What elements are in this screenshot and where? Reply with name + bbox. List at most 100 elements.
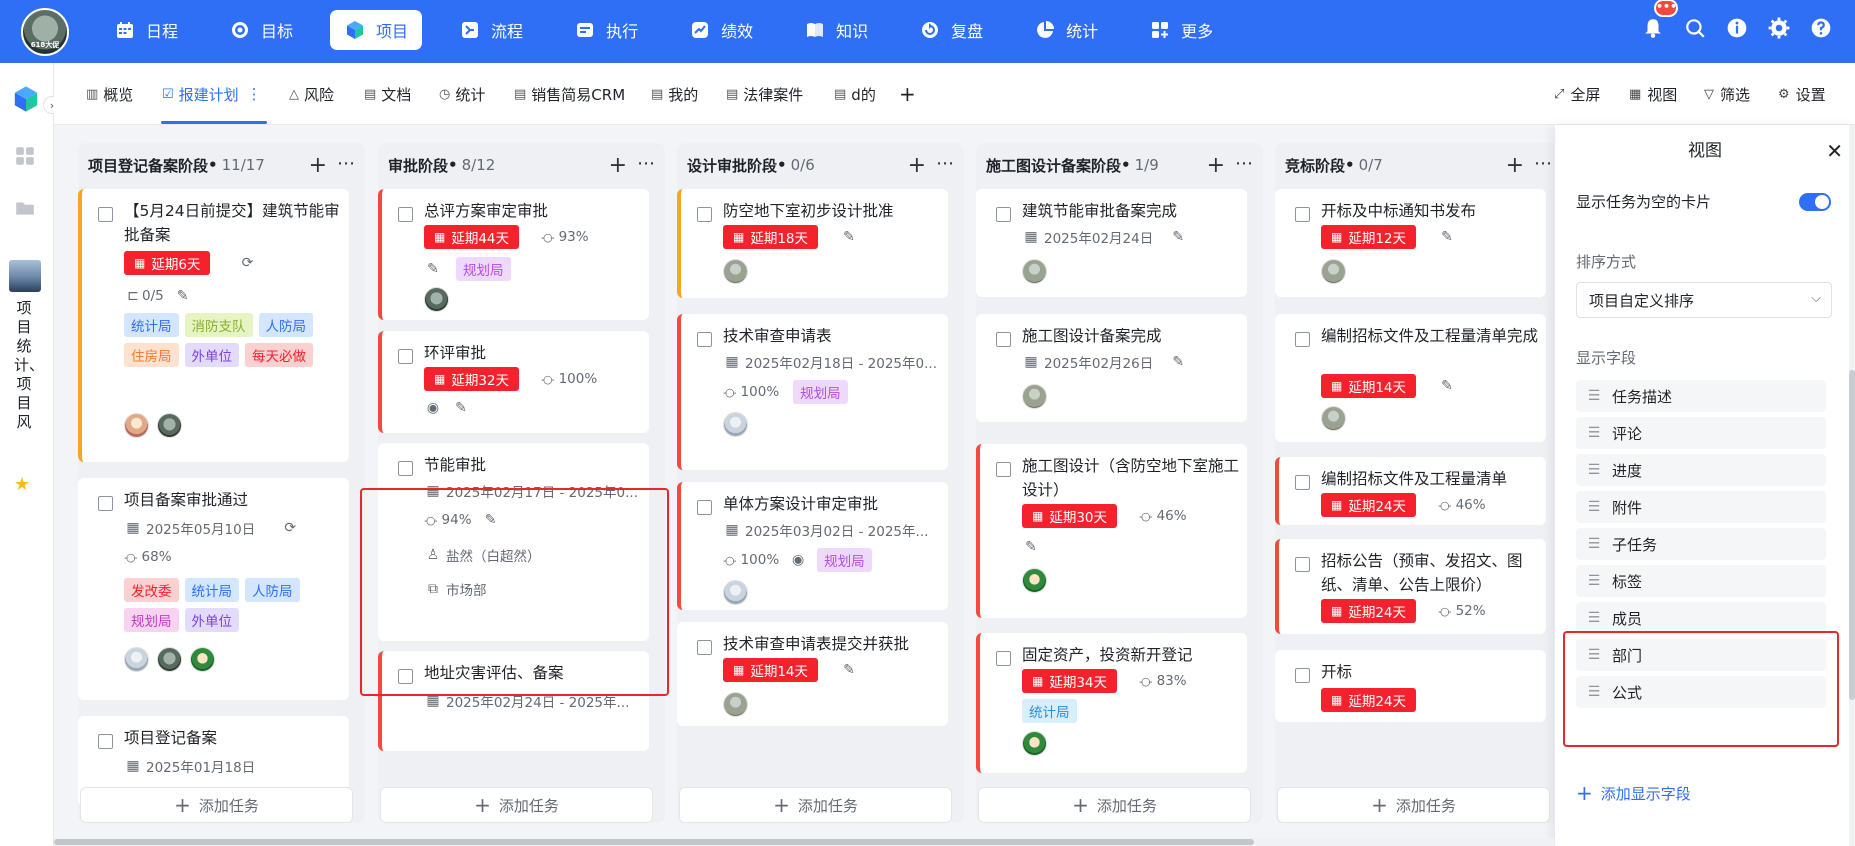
task-checkbox[interactable]	[697, 500, 712, 515]
help-button[interactable]	[1809, 16, 1833, 40]
nav-item-performance[interactable]: 绩效	[675, 10, 767, 50]
drag-handle-icon[interactable]: ☰	[1576, 425, 1612, 441]
task-checkbox[interactable]	[996, 332, 1011, 347]
avatar[interactable]	[1321, 406, 1346, 431]
task-checkbox[interactable]	[996, 651, 1011, 666]
task-card[interactable]: 总评方案审定审批 ▦ 延期44天 -○- 93% ✎ 规划局	[378, 189, 649, 320]
task-checkbox[interactable]	[98, 496, 113, 511]
avatar[interactable]	[1321, 259, 1346, 284]
task-card[interactable]: 开标 ▦ 延期24天	[1275, 650, 1546, 722]
tab-documents[interactable]: ▤ 文档	[364, 63, 411, 125]
drag-handle-icon[interactable]: ☰	[1576, 499, 1612, 515]
task-checkbox[interactable]	[398, 669, 413, 684]
add-task-button[interactable]: + 添加任务	[679, 787, 952, 823]
edit-icon[interactable]: ✎	[1169, 228, 1187, 246]
display-field-item[interactable]: ☰ 子任务	[1576, 528, 1826, 560]
tab-statistics[interactable]: ◷ 统计	[439, 63, 485, 125]
nav-item-more[interactable]: 更多	[1135, 10, 1227, 50]
app-logo[interactable]: 618大促	[21, 8, 69, 56]
avatar[interactable]	[723, 412, 748, 437]
star-icon[interactable]: ★	[14, 474, 30, 495]
avatar[interactable]	[1022, 568, 1047, 593]
search-button[interactable]	[1683, 16, 1707, 40]
edit-icon[interactable]: ✎	[482, 511, 500, 529]
plus-icon[interactable]: +	[609, 153, 627, 178]
task-card[interactable]: 项目备案审批通过 ▦ 2025年05月10日 ⟳ -○- 68% 发改委 统计局 人防…	[78, 478, 349, 700]
cube-icon[interactable]	[12, 85, 40, 113]
nav-item-flow[interactable]: 流程	[445, 10, 537, 50]
display-field-item[interactable]: ☰ 任务描述	[1576, 380, 1826, 412]
tab-sales-crm[interactable]: ▤ 销售简易CRM	[514, 63, 625, 125]
display-field-item[interactable]: ☰ 部门	[1576, 639, 1826, 671]
add-task-button[interactable]: + 添加任务	[978, 787, 1251, 823]
avatar[interactable]	[157, 647, 182, 672]
more-horizontal-icon[interactable]: ⋯	[936, 153, 954, 174]
drag-handle-icon[interactable]: ☰	[1576, 610, 1612, 626]
display-field-item[interactable]: ☰ 附件	[1576, 491, 1826, 523]
avatar[interactable]	[424, 287, 449, 312]
avatar[interactable]	[1022, 384, 1047, 409]
task-card[interactable]: 节能审批 ▦ 2025年02月17日 - 2025年0... -○- 94% ✎ ♙ 盐…	[378, 443, 649, 641]
task-card[interactable]: 编制招标文件及工程量清单 ▦ 延期24天 -○- 46%	[1275, 457, 1546, 525]
notification-bell-button[interactable]	[1641, 16, 1665, 40]
info-button[interactable]	[1725, 16, 1749, 40]
eye-icon[interactable]: ◉	[424, 399, 442, 417]
plus-icon[interactable]: +	[1207, 153, 1225, 178]
task-checkbox[interactable]	[697, 207, 712, 222]
plus-icon[interactable]: +	[908, 153, 926, 178]
more-horizontal-icon[interactable]: ⋯	[337, 153, 355, 174]
edit-icon[interactable]: ✎	[424, 260, 442, 278]
avatar[interactable]	[723, 580, 748, 605]
project-thumbnail[interactable]	[9, 260, 41, 292]
tab-build-plan[interactable]: ☑ 报建计划 ⋮	[162, 63, 262, 125]
edit-icon[interactable]: ✎	[840, 661, 858, 679]
task-checkbox[interactable]	[1295, 332, 1310, 347]
drag-handle-icon[interactable]: ☰	[1576, 536, 1612, 552]
display-field-item[interactable]: ☰ 成员	[1576, 602, 1826, 634]
view-button[interactable]: ▦ 视图	[1629, 63, 1677, 125]
drag-handle-icon[interactable]: ☰	[1576, 462, 1612, 478]
display-field-item[interactable]: ☰ 公式	[1576, 676, 1826, 708]
avatar[interactable]	[723, 259, 748, 284]
grid-icon[interactable]	[14, 145, 36, 167]
task-checkbox[interactable]	[398, 461, 413, 476]
display-field-item[interactable]: ☰ 评论	[1576, 417, 1826, 449]
avatar[interactable]	[157, 413, 182, 438]
task-checkbox[interactable]	[996, 462, 1011, 477]
add-display-field-button[interactable]: + 添加显示字段	[1576, 781, 1691, 805]
edit-icon[interactable]: ✎	[1438, 228, 1456, 246]
folder-icon[interactable]	[14, 197, 36, 219]
task-card[interactable]: 技术审查申请表提交并获批 ▦ 延期14天 ✎	[677, 622, 948, 726]
tab-risk[interactable]: △ 风险	[289, 63, 334, 125]
avatar[interactable]	[1022, 731, 1047, 756]
task-card[interactable]: 单体方案设计审定审批 ▦ 2025年03月02日 - 2025年... -○- 10…	[677, 482, 948, 610]
drag-handle-icon[interactable]: ☰	[1576, 573, 1612, 589]
nav-item-project[interactable]: 项目	[330, 10, 423, 50]
task-card[interactable]: 技术审查申请表 ▦ 2025年02月18日 - 2025年0... -○- 100%…	[677, 314, 948, 470]
plus-icon[interactable]: +	[309, 153, 327, 178]
edit-icon[interactable]: ✎	[1169, 353, 1187, 371]
drag-handle-icon[interactable]: ☰	[1576, 647, 1612, 663]
repeat-icon[interactable]: ⟳	[281, 519, 299, 537]
task-card[interactable]: 防空地下室初步设计批准 ▦ 延期18天 ✎	[677, 189, 948, 298]
sort-select[interactable]: 项目自定义排序 ⌵	[1576, 282, 1832, 318]
nav-item-statistics[interactable]: 统计	[1020, 10, 1112, 50]
add-task-button[interactable]: + 添加任务	[380, 787, 653, 823]
avatar[interactable]	[723, 692, 748, 717]
nav-item-execute[interactable]: 执行	[560, 10, 652, 50]
plus-icon[interactable]: +	[1506, 153, 1524, 178]
task-checkbox[interactable]	[1295, 475, 1310, 490]
task-card[interactable]: 开标及中标通知书发布 ▦ 延期12天 ✎	[1275, 189, 1546, 297]
task-card[interactable]: 编制招标文件及工程量清单完成 ▦ 延期14天 ✎	[1275, 314, 1546, 442]
nav-item-goal[interactable]: 目标	[215, 10, 307, 50]
drag-handle-icon[interactable]: ☰	[1576, 388, 1612, 404]
task-checkbox[interactable]	[98, 207, 113, 222]
avatar[interactable]	[1022, 259, 1047, 284]
display-field-item[interactable]: ☰ 进度	[1576, 454, 1826, 486]
task-checkbox[interactable]	[1295, 557, 1310, 572]
display-field-item[interactable]: ☰ 标签	[1576, 565, 1826, 597]
edit-icon[interactable]: ✎	[1022, 538, 1040, 556]
tab-mine[interactable]: ▤ 我的	[651, 63, 698, 125]
task-checkbox[interactable]	[398, 349, 413, 364]
project-name[interactable]: 项目统计、项目风	[14, 299, 44, 432]
